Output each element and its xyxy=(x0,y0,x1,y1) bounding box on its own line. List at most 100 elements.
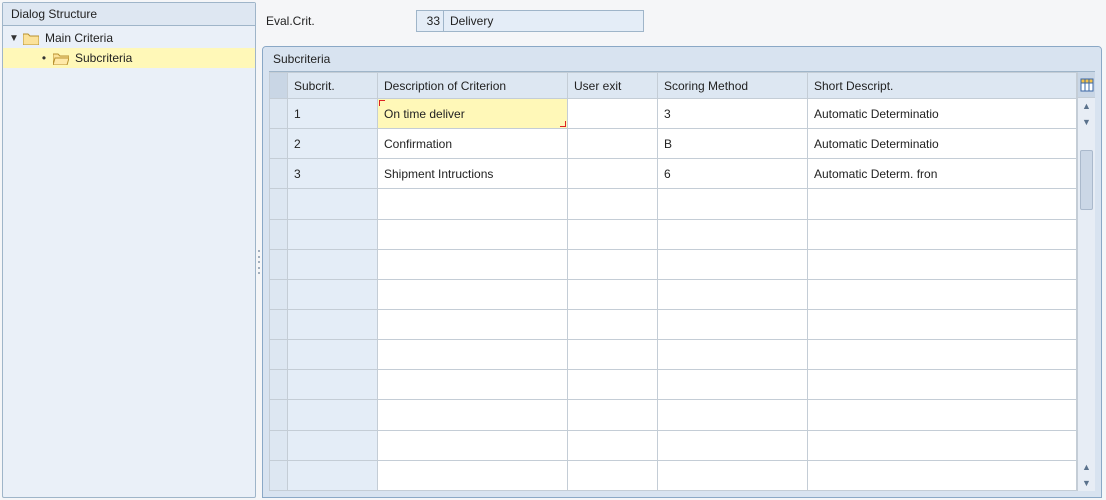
cell-desc[interactable] xyxy=(378,219,568,249)
row-selector[interactable] xyxy=(270,400,288,430)
col-header-desc[interactable]: Description of Criterion xyxy=(378,73,568,99)
scroll-down-icon[interactable]: ▼ xyxy=(1078,114,1095,130)
cell-userexit[interactable] xyxy=(568,99,658,129)
cell-short[interactable] xyxy=(808,460,1077,490)
cell-scoring[interactable] xyxy=(658,340,808,370)
row-selector[interactable] xyxy=(270,249,288,279)
cell-scoring[interactable] xyxy=(658,430,808,460)
cell-scoring[interactable]: 6 xyxy=(658,159,808,189)
row-selector[interactable] xyxy=(270,189,288,219)
cell-subcrit[interactable] xyxy=(288,370,378,400)
row-selector[interactable] xyxy=(270,370,288,400)
cell-scoring[interactable] xyxy=(658,370,808,400)
cell-scoring[interactable]: B xyxy=(658,129,808,159)
col-header-subcrit[interactable]: Subcrit. xyxy=(288,73,378,99)
table-corner[interactable] xyxy=(270,73,288,99)
cell-userexit[interactable] xyxy=(568,219,658,249)
cell-desc[interactable] xyxy=(378,340,568,370)
row-selector[interactable] xyxy=(270,460,288,490)
cell-subcrit[interactable] xyxy=(288,340,378,370)
table-config-button[interactable] xyxy=(1078,72,1095,98)
cell-desc[interactable]: Shipment Intructions xyxy=(378,159,568,189)
cell-desc[interactable] xyxy=(378,249,568,279)
col-header-scoring[interactable]: Scoring Method xyxy=(658,73,808,99)
cell-desc[interactable]: Confirmation xyxy=(378,129,568,159)
table-row[interactable] xyxy=(270,340,1077,370)
table-row[interactable] xyxy=(270,430,1077,460)
cell-short[interactable] xyxy=(808,340,1077,370)
tree-item-subcriteria[interactable]: • Subcriteria xyxy=(3,48,255,68)
cell-subcrit[interactable] xyxy=(288,400,378,430)
cell-short[interactable] xyxy=(808,219,1077,249)
row-selector[interactable] xyxy=(270,430,288,460)
cell-desc[interactable]: On time deliver xyxy=(378,99,568,129)
cell-desc[interactable] xyxy=(378,460,568,490)
table-row[interactable] xyxy=(270,189,1077,219)
cell-subcrit[interactable] xyxy=(288,219,378,249)
cell-userexit[interactable] xyxy=(568,309,658,339)
cell-short[interactable]: Automatic Determinatio xyxy=(808,99,1077,129)
row-selector[interactable] xyxy=(270,219,288,249)
cell-userexit[interactable] xyxy=(568,340,658,370)
scroll-thumb[interactable] xyxy=(1080,150,1093,210)
cell-subcrit[interactable] xyxy=(288,189,378,219)
cell-userexit[interactable] xyxy=(568,370,658,400)
row-selector[interactable] xyxy=(270,99,288,129)
cell-short[interactable] xyxy=(808,189,1077,219)
collapse-icon[interactable]: ▼ xyxy=(9,33,19,44)
subcriteria-table[interactable]: Subcrit. Description of Criterion User e… xyxy=(269,72,1077,491)
cell-userexit[interactable] xyxy=(568,430,658,460)
scroll-down-icon[interactable]: ▼ xyxy=(1078,475,1095,491)
cell-short[interactable] xyxy=(808,309,1077,339)
splitter-handle[interactable] xyxy=(257,250,261,274)
vertical-scrollbar[interactable]: ▲ ▼ ▲ ▼ xyxy=(1077,72,1095,491)
cell-short[interactable]: Automatic Determinatio xyxy=(808,129,1077,159)
eval-crit-code[interactable]: 33 xyxy=(416,10,444,32)
cell-scoring[interactable] xyxy=(658,309,808,339)
cell-subcrit[interactable] xyxy=(288,430,378,460)
cell-desc[interactable] xyxy=(378,430,568,460)
cell-userexit[interactable] xyxy=(568,129,658,159)
table-row[interactable] xyxy=(270,370,1077,400)
eval-crit-desc[interactable]: Delivery xyxy=(444,10,644,32)
cell-scoring[interactable] xyxy=(658,279,808,309)
scroll-up-icon[interactable]: ▲ xyxy=(1078,459,1095,475)
table-row[interactable] xyxy=(270,219,1077,249)
col-header-short[interactable]: Short Descript. xyxy=(808,73,1077,99)
row-selector[interactable] xyxy=(270,309,288,339)
col-header-userexit[interactable]: User exit xyxy=(568,73,658,99)
cell-userexit[interactable] xyxy=(568,159,658,189)
row-selector[interactable] xyxy=(270,340,288,370)
cell-scoring[interactable] xyxy=(658,460,808,490)
cell-desc[interactable] xyxy=(378,400,568,430)
cell-scoring[interactable] xyxy=(658,400,808,430)
scroll-up-icon[interactable]: ▲ xyxy=(1078,98,1095,114)
cell-userexit[interactable] xyxy=(568,279,658,309)
cell-subcrit[interactable] xyxy=(288,460,378,490)
cell-subcrit[interactable]: 1 xyxy=(288,99,378,129)
cell-scoring[interactable] xyxy=(658,189,808,219)
cell-short[interactable] xyxy=(808,370,1077,400)
cell-userexit[interactable] xyxy=(568,249,658,279)
cell-short[interactable]: Automatic Determ. fron xyxy=(808,159,1077,189)
table-row[interactable]: 2Confirmation BAutomatic Determinatio xyxy=(270,129,1077,159)
table-row[interactable] xyxy=(270,460,1077,490)
row-selector[interactable] xyxy=(270,279,288,309)
table-row[interactable] xyxy=(270,249,1077,279)
cell-short[interactable] xyxy=(808,249,1077,279)
cell-subcrit[interactable] xyxy=(288,309,378,339)
table-row[interactable] xyxy=(270,400,1077,430)
cell-short[interactable] xyxy=(808,430,1077,460)
table-row[interactable]: 3Shipment Intructions6Automatic Determ. … xyxy=(270,159,1077,189)
cell-scoring[interactable]: 3 xyxy=(658,99,808,129)
cell-userexit[interactable] xyxy=(568,189,658,219)
cell-userexit[interactable] xyxy=(568,460,658,490)
tree-item-main-criteria[interactable]: ▼ Main Criteria xyxy=(3,28,255,48)
cell-short[interactable] xyxy=(808,400,1077,430)
cell-subcrit[interactable]: 2 xyxy=(288,129,378,159)
row-selector[interactable] xyxy=(270,159,288,189)
cell-subcrit[interactable] xyxy=(288,249,378,279)
table-row[interactable]: 1On time deliver 3Automatic Determinatio xyxy=(270,99,1077,129)
row-selector[interactable] xyxy=(270,129,288,159)
cell-subcrit[interactable] xyxy=(288,279,378,309)
